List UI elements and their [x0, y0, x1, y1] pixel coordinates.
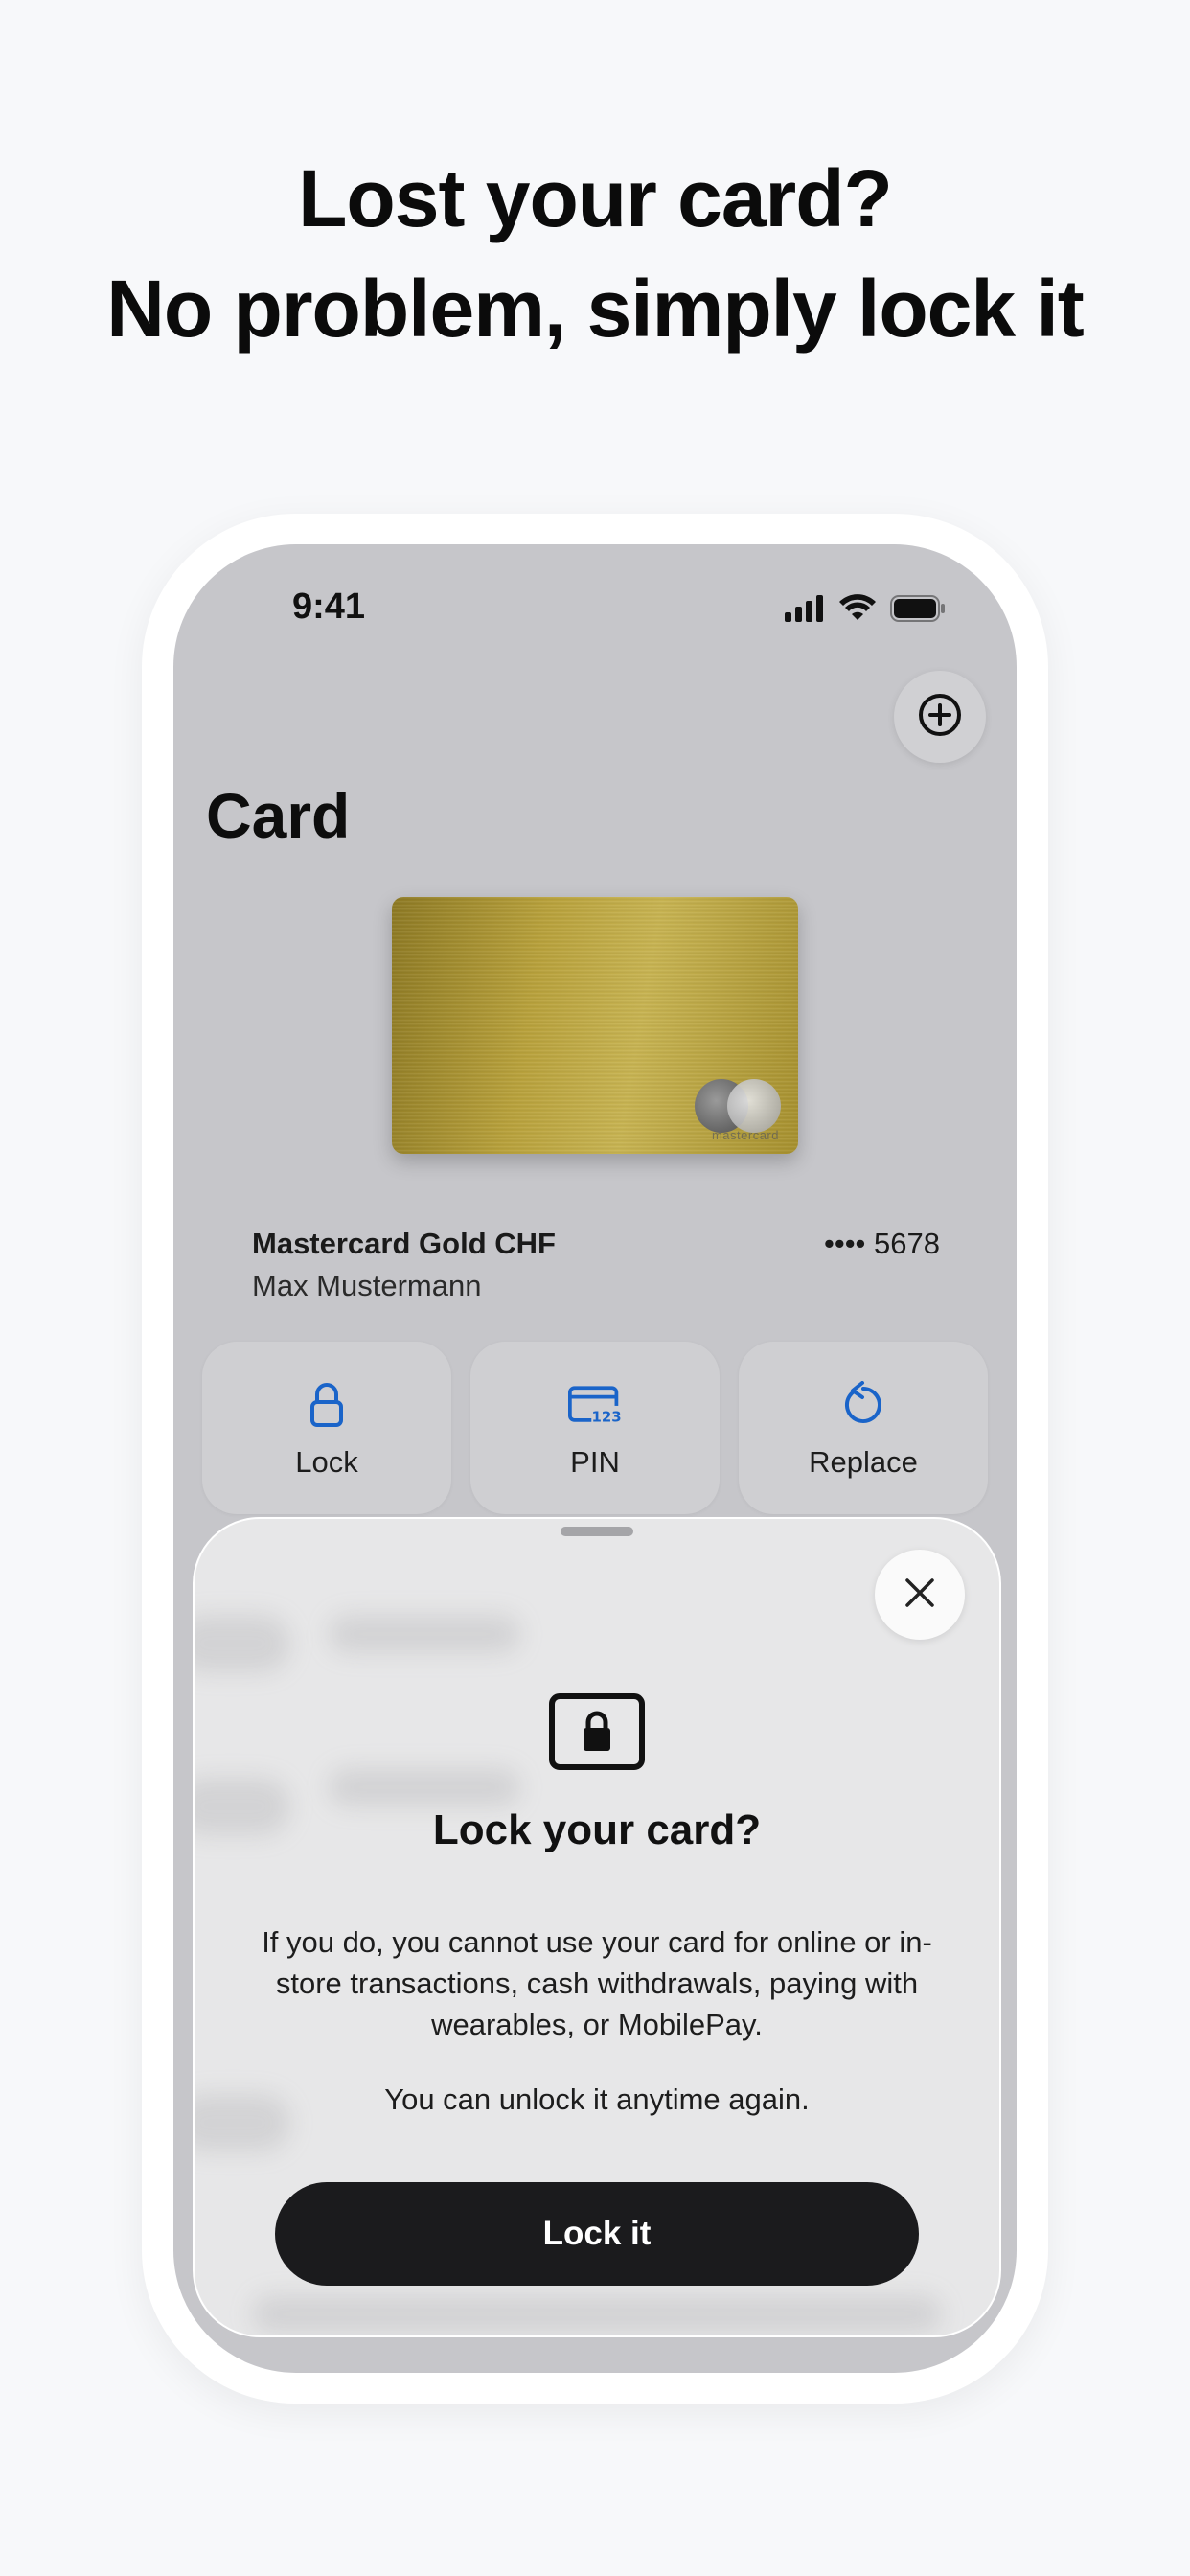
replace-icon [836, 1378, 890, 1432]
card-number: •••• 5678 [824, 1227, 940, 1260]
blurred-content [252, 2295, 942, 2334]
close-button[interactable] [875, 1550, 965, 1640]
page-title: Card [206, 780, 351, 851]
replace-action-label: Replace [809, 1445, 918, 1479]
blurred-content [329, 1768, 520, 1806]
sheet-title: Lock your card? [432, 1806, 762, 1853]
blurred-content [329, 1615, 520, 1653]
mastercard-logo [695, 1079, 781, 1133]
phone-screen: 9:41 Card mastercard Mastercard Gold CHF… [173, 544, 1017, 2373]
card-lock-icon [549, 1693, 645, 1770]
wifi-icon [838, 594, 877, 628]
battery-icon [890, 595, 946, 627]
plus-circle-icon [917, 692, 963, 743]
lock-action-button[interactable]: Lock [202, 1342, 451, 1514]
signal-icon [785, 595, 825, 627]
headline-line-1: Lost your card? [298, 153, 893, 243]
card-holder: Max Mustermann [252, 1269, 482, 1302]
add-button[interactable] [894, 671, 986, 763]
headline: Lost your card? No problem, simply lock … [0, 144, 1190, 364]
lock-it-button[interactable]: Lock it [275, 2182, 919, 2286]
pin-card-icon: 123 [568, 1378, 622, 1432]
card-image[interactable]: mastercard [392, 897, 798, 1154]
svg-text:123: 123 [592, 1409, 622, 1426]
blurred-content [195, 1615, 290, 1672]
lock-confirm-sheet: Lock your card? If you do, you cannot us… [193, 1517, 1001, 2337]
status-icons [785, 594, 946, 628]
sheet-body: If you do, you cannot use your card for … [262, 1925, 932, 2041]
lock-action-label: Lock [295, 1445, 358, 1479]
status-time: 9:41 [292, 586, 366, 627]
pin-action-button[interactable]: 123 PIN [470, 1342, 720, 1514]
headline-line-2: No problem, simply lock it [106, 264, 1085, 354]
pin-action-label: PIN [570, 1445, 620, 1479]
lock-icon [300, 1378, 354, 1432]
card-name: Mastercard Gold CHF [252, 1227, 556, 1260]
sheet-note: You can unlock it anytime again. [384, 2082, 810, 2116]
close-icon [904, 1576, 936, 1614]
sheet-grabber[interactable] [561, 1527, 633, 1536]
mastercard-wordmark: mastercard [711, 1128, 779, 1142]
replace-action-button[interactable]: Replace [739, 1342, 988, 1514]
